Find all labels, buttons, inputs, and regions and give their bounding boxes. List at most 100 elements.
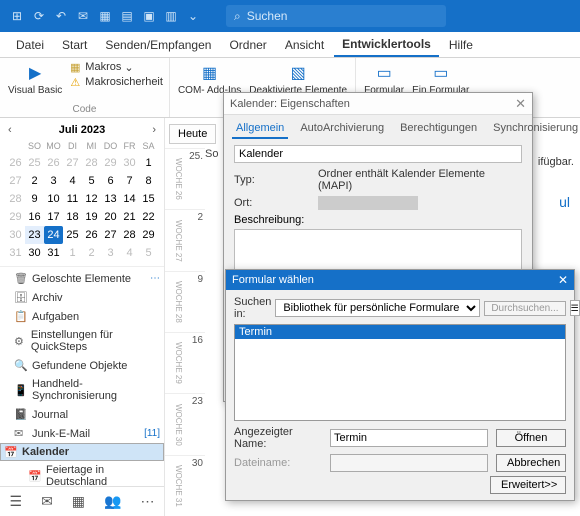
- next-month-icon[interactable]: ›: [150, 124, 158, 136]
- calendar-day[interactable]: 25: [63, 226, 82, 244]
- calendar-day[interactable]: 18: [63, 208, 82, 226]
- calendar-day[interactable]: 25: [25, 154, 44, 172]
- calendar-day[interactable]: 27: [101, 226, 120, 244]
- dialog-tab[interactable]: Allgemein: [232, 119, 288, 139]
- calendar-day[interactable]: 4: [120, 244, 139, 262]
- dialog-tab[interactable]: AutoArchivierung: [296, 119, 388, 139]
- makros-button[interactable]: ▦Makros ⌄: [68, 60, 163, 74]
- calendar-day[interactable]: 6: [101, 172, 120, 190]
- calendar-day[interactable]: 28: [82, 154, 101, 172]
- calendar-day[interactable]: 30: [120, 154, 139, 172]
- cal-icon[interactable]: ▦: [96, 7, 114, 25]
- advanced-button[interactable]: Erweitert>>: [490, 476, 566, 494]
- calendar-day[interactable]: 29: [101, 154, 120, 172]
- tree-item[interactable]: ⌄📅Kalender: [0, 443, 164, 461]
- menu-tab-ordner[interactable]: Ordner: [221, 34, 274, 56]
- dialog-tab[interactable]: Synchronisierung: [489, 119, 580, 139]
- calendar-day[interactable]: 15: [139, 190, 158, 208]
- calendar-day[interactable]: 29: [139, 226, 158, 244]
- list-item[interactable]: Termin: [235, 325, 565, 339]
- sync-icon[interactable]: ⟳: [30, 7, 48, 25]
- nav-menu-icon[interactable]: ☰: [10, 493, 23, 510]
- calendar-day[interactable]: 16: [25, 208, 44, 226]
- dialog-tab[interactable]: Berechtigungen: [396, 119, 481, 139]
- calendar-day[interactable]: 31: [44, 244, 63, 262]
- day-number[interactable]: 2: [183, 209, 205, 270]
- day-number[interactable]: 30: [183, 455, 205, 516]
- tree-item[interactable]: 🔍Gefundene Objekte: [0, 356, 164, 375]
- close-icon[interactable]: ✕: [558, 273, 568, 287]
- note-icon[interactable]: ▥: [162, 7, 180, 25]
- calendar-day[interactable]: 1: [139, 154, 158, 172]
- tree-item[interactable]: 🗄Archiv: [0, 288, 164, 307]
- tree-item[interactable]: ⚙Einstellungen für QuickSteps: [0, 326, 164, 356]
- calendar-day[interactable]: 13: [101, 190, 120, 208]
- cancel-button[interactable]: Abbrechen: [496, 454, 566, 472]
- makrosicherheit-button[interactable]: ⚠Makrosicherheit: [68, 75, 163, 89]
- calendar-day[interactable]: 7: [120, 172, 139, 190]
- search-input[interactable]: [247, 9, 438, 23]
- day-number[interactable]: 25.: [183, 148, 205, 209]
- calendar-day[interactable]: 24: [44, 226, 63, 244]
- calendar-day[interactable]: 3: [44, 172, 63, 190]
- calendar-day[interactable]: 12: [82, 190, 101, 208]
- calendar-day[interactable]: 14: [120, 190, 139, 208]
- calendar-day[interactable]: 10: [44, 190, 63, 208]
- menu-tab-start[interactable]: Start: [54, 34, 95, 56]
- menu-tab-hilfe[interactable]: Hilfe: [441, 34, 481, 56]
- searchin-select[interactable]: Bibliothek für persönliche Formulare: [275, 299, 480, 317]
- contact-icon[interactable]: ▣: [140, 7, 158, 25]
- todo-icon[interactable]: ▤: [118, 7, 136, 25]
- calendar-day[interactable]: 11: [63, 190, 82, 208]
- calendar-grid[interactable]: SOMODIMIDOFRSA26252627282930127234567828…: [6, 138, 158, 262]
- calendar-day[interactable]: 4: [63, 172, 82, 190]
- calendar-day[interactable]: 26: [82, 226, 101, 244]
- mail-icon[interactable]: ✉: [74, 7, 92, 25]
- tree-item[interactable]: 🗑Geloschte Elemente⋯: [0, 269, 164, 288]
- tree-item[interactable]: ✉Junk-E-Mail[11]: [0, 424, 164, 443]
- prev-month-icon[interactable]: ‹: [6, 124, 14, 136]
- menu-tab-senden/empfangen[interactable]: Senden/Empfangen: [97, 34, 219, 56]
- form-listbox[interactable]: Termin: [234, 324, 566, 421]
- day-number[interactable]: 23: [183, 393, 205, 454]
- menu-tab-datei[interactable]: Datei: [8, 34, 52, 56]
- name-field[interactable]: [234, 145, 522, 163]
- calendar-day[interactable]: 23: [25, 226, 44, 244]
- open-button[interactable]: Öffnen: [496, 429, 566, 447]
- search-box[interactable]: ⌕: [226, 5, 446, 27]
- browse-button[interactable]: Durchsuchen...: [484, 301, 565, 316]
- undo-icon[interactable]: ↶: [52, 7, 70, 25]
- tree-item[interactable]: 📅Feiertage in Deutschland: [0, 461, 164, 486]
- day-number[interactable]: 16: [183, 332, 205, 393]
- nav-more-icon[interactable]: ⋯: [140, 493, 154, 510]
- calendar-day[interactable]: 27: [63, 154, 82, 172]
- calendar-day[interactable]: 5: [82, 172, 101, 190]
- today-button[interactable]: Heute: [169, 124, 216, 144]
- calendar-day[interactable]: 20: [101, 208, 120, 226]
- calendar-day[interactable]: 19: [82, 208, 101, 226]
- calendar-day[interactable]: 2: [25, 172, 44, 190]
- calendar-day[interactable]: 9: [25, 190, 44, 208]
- calendar-day[interactable]: 21: [120, 208, 139, 226]
- visual-basic-button[interactable]: ▶Visual Basic: [6, 60, 64, 98]
- day-number[interactable]: 9: [183, 271, 205, 332]
- tree-item[interactable]: 📓Journal: [0, 405, 164, 424]
- nav-mail-icon[interactable]: ✉: [41, 493, 53, 510]
- nav-calendar-icon[interactable]: ▦: [72, 493, 85, 510]
- calendar-day[interactable]: 8: [139, 172, 158, 190]
- calendar-day[interactable]: 22: [139, 208, 158, 226]
- menu-tab-ansicht[interactable]: Ansicht: [277, 34, 332, 56]
- close-icon[interactable]: ✕: [515, 96, 526, 112]
- calendar-day[interactable]: 26: [44, 154, 63, 172]
- tree-item[interactable]: 📱Handheld-Synchronisierung: [0, 375, 164, 405]
- chevron-down-icon[interactable]: ⌄: [184, 7, 202, 25]
- calendar-day[interactable]: 28: [120, 226, 139, 244]
- calendar-day[interactable]: 5: [139, 244, 158, 262]
- view-list-icon[interactable]: ☰: [570, 300, 580, 316]
- menu-tab-entwicklertools[interactable]: Entwicklertools: [334, 33, 439, 57]
- calendar-day[interactable]: 3: [101, 244, 120, 262]
- calendar-day[interactable]: 1: [63, 244, 82, 262]
- calendar-day[interactable]: 17: [44, 208, 63, 226]
- nav-people-icon[interactable]: 👥: [104, 493, 121, 510]
- tree-item[interactable]: 📋Aufgaben: [0, 307, 164, 326]
